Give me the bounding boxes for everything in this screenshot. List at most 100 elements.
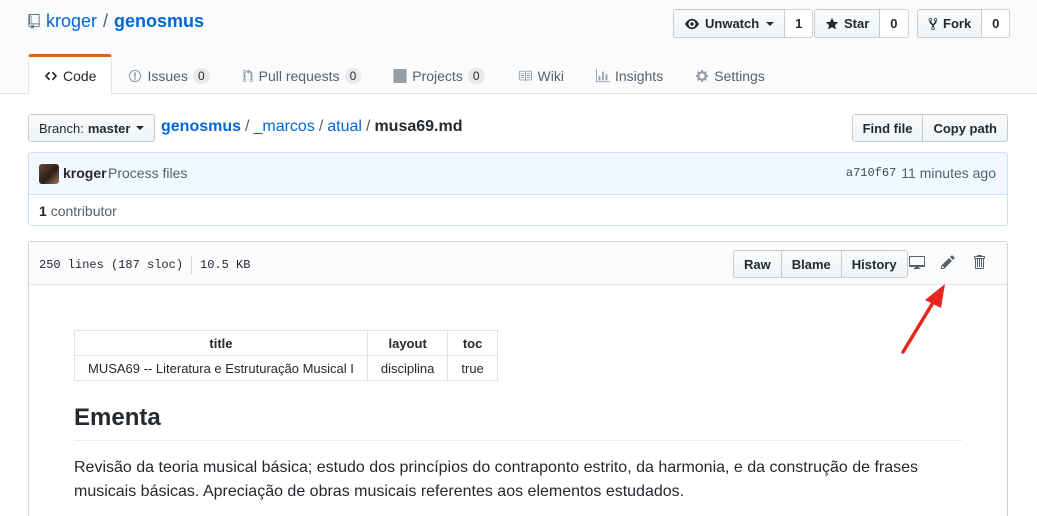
repo-header: kroger / genosmus Unwatch 1 Star 0 Fork (0, 0, 1037, 95)
projects-counter: 0 (467, 67, 485, 84)
star-group: Star 0 (814, 9, 909, 38)
repo-nav: Code Issues 0 Pull requests 0 Projects 0 (28, 54, 781, 95)
commit-meta: a710f67 11 minutes ago (846, 165, 996, 181)
front-matter-table: title layout toc MUSA69 -- Literatura e … (74, 330, 498, 381)
tab-projects-label: Projects (412, 67, 463, 84)
breadcrumb-file-name: musa69.md (374, 118, 463, 135)
file-info-divider (191, 256, 193, 274)
issues-counter: 0 (192, 67, 210, 84)
chevron-down-icon (136, 126, 145, 130)
breadcrumb-separator: / (318, 118, 324, 135)
star-count[interactable]: 0 (880, 9, 909, 38)
project-icon (393, 68, 407, 83)
tab-settings-label: Settings (714, 67, 765, 84)
table-header-title: title (74, 330, 368, 356)
issue-icon (128, 69, 142, 83)
watch-group: Unwatch 1 (673, 9, 814, 38)
fork-label: Fork (943, 16, 972, 31)
tab-pull-requests[interactable]: Pull requests 0 (226, 54, 378, 95)
code-icon (44, 69, 58, 83)
file-icon-actions (909, 254, 989, 270)
tab-insights[interactable]: Insights (580, 54, 679, 95)
table-header-layout: layout (366, 330, 449, 356)
breadcrumb-link-marcos[interactable]: _marcos (253, 118, 314, 136)
avatar[interactable] (39, 164, 59, 184)
contributors-bar[interactable]: 1 contributor (28, 194, 1008, 226)
file-lines: 250 lines (187 sloc) (39, 258, 184, 272)
tab-projects[interactable]: Projects 0 (377, 54, 500, 95)
file-navigation: Branch: master genosmus / _marcos / atua… (28, 114, 1008, 142)
table-cell-layout: disciplina (366, 355, 449, 381)
table-cell-title: MUSA69 -- Literatura e Estruturação Musi… (74, 355, 368, 381)
desktop-icon[interactable] (909, 254, 925, 270)
eye-icon (684, 17, 700, 31)
markdown-body: title layout toc MUSA69 -- Literatura e … (74, 330, 962, 504)
fork-icon (928, 17, 938, 31)
contributors-label: contributor (50, 203, 117, 219)
chevron-down-icon (766, 21, 775, 26)
branch-name: master (87, 120, 131, 136)
branch-select-button[interactable]: Branch: master (28, 114, 156, 142)
section-heading: Ementa (74, 404, 962, 441)
tab-wiki-label: Wiki (537, 67, 564, 84)
tab-issues-label: Issues (147, 67, 188, 84)
file-info: 250 lines (187 sloc) 10.5 KB (39, 256, 250, 274)
blame-button[interactable]: Blame (781, 250, 842, 278)
breadcrumb-root-link[interactable]: genosmus (161, 118, 241, 136)
contributors-count: 1 (39, 203, 47, 219)
commit-sha-link[interactable]: a710f67 (846, 166, 896, 181)
star-label: Star (844, 16, 870, 31)
raw-button[interactable]: Raw (733, 250, 782, 278)
tab-issues[interactable]: Issues 0 (112, 54, 225, 95)
annotation-arrow (901, 284, 945, 354)
find-file-button[interactable]: Find file (851, 114, 924, 142)
tab-wiki[interactable]: Wiki (501, 54, 580, 95)
table-cell-toc: true (447, 355, 498, 381)
breadcrumb-separator: / (365, 118, 371, 135)
branch-prefix: Branch: (39, 120, 84, 136)
file-view-buttons: Raw Blame History (733, 250, 908, 278)
star-icon (825, 17, 839, 31)
section-paragraph: Revisão da teoria musical básica; estudo… (74, 459, 919, 500)
breadcrumb: genosmus / _marcos / atual / musa69.md (161, 118, 462, 136)
breadcrumb-link-atual[interactable]: atual (327, 118, 362, 136)
commit-author-link[interactable]: kroger (63, 165, 107, 181)
fork-group: Fork 0 (917, 9, 1011, 38)
tab-settings[interactable]: Settings (679, 54, 781, 95)
file-header: 250 lines (187 sloc) 10.5 KB Raw Blame H… (29, 242, 1007, 285)
fork-button[interactable]: Fork (917, 9, 983, 38)
pencil-icon[interactable] (941, 254, 957, 270)
pull-request-icon (242, 68, 254, 83)
table-header-toc: toc (447, 330, 498, 356)
table-row: title layout toc (74, 330, 498, 356)
book-icon (517, 69, 533, 83)
breadcrumb-separator: / (245, 118, 250, 135)
fork-count[interactable]: 0 (982, 9, 1011, 38)
commit-message-link[interactable]: Process files (108, 165, 187, 181)
tab-code[interactable]: Code (28, 54, 113, 95)
unwatch-label: Unwatch (705, 16, 760, 31)
tab-pull-requests-label: Pull requests (258, 67, 340, 84)
commit-time: 11 minutes ago (901, 165, 996, 181)
trash-icon[interactable] (973, 254, 989, 270)
tab-insights-label: Insights (614, 67, 664, 84)
table-row: MUSA69 -- Literatura e Estruturação Musi… (74, 355, 498, 381)
copy-path-button[interactable]: Copy path (923, 114, 1008, 142)
repo-owner-link[interactable]: kroger (46, 11, 97, 32)
history-button[interactable]: History (841, 250, 908, 278)
repo-separator: / (103, 11, 109, 31)
star-button[interactable]: Star (814, 9, 881, 38)
repo-icon (28, 14, 40, 29)
tab-code-label: Code (63, 67, 97, 84)
file-nav-actions: Find file Copy path (851, 114, 1008, 142)
gear-icon (695, 69, 709, 83)
watch-count[interactable]: 1 (785, 9, 814, 38)
repo-name-link[interactable]: genosmus (114, 11, 204, 32)
pull-requests-counter: 0 (344, 67, 362, 84)
graph-icon (595, 68, 610, 83)
repo-title: kroger / genosmus (28, 11, 204, 32)
file-size: 10.5 KB (200, 258, 251, 272)
file-box: 250 lines (187 sloc) 10.5 KB Raw Blame H… (28, 241, 1008, 516)
latest-commit: kroger Process files a710f67 11 minutes … (28, 152, 1008, 195)
unwatch-button[interactable]: Unwatch (673, 9, 786, 38)
